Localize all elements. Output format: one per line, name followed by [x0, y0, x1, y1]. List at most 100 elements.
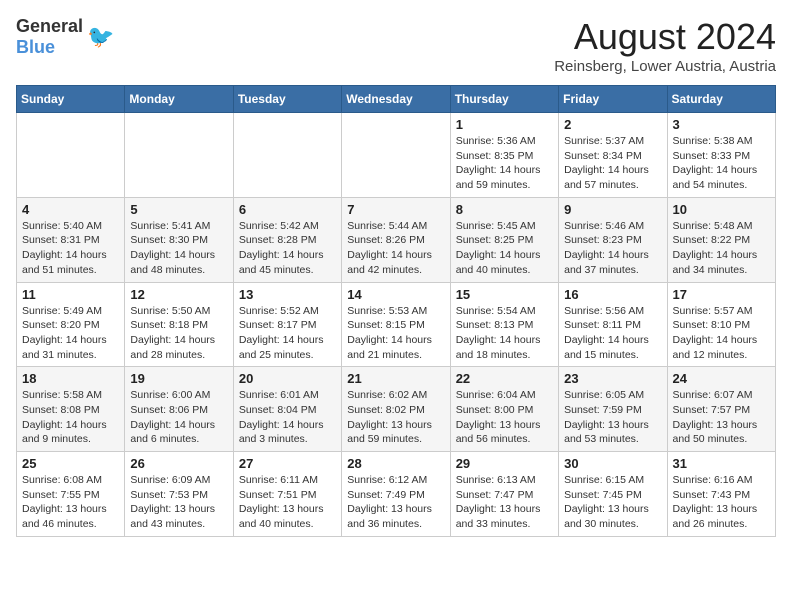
day-info: Sunrise: 6:12 AMSunset: 7:49 PMDaylight:…	[347, 473, 444, 532]
logo-general-text: General	[16, 16, 83, 36]
calendar-cell	[17, 113, 125, 198]
day-info: Sunrise: 6:13 AMSunset: 7:47 PMDaylight:…	[456, 473, 553, 532]
day-info: Sunrise: 6:05 AMSunset: 7:59 PMDaylight:…	[564, 388, 661, 447]
week-row-4: 18 Sunrise: 5:58 AMSunset: 8:08 PMDayligh…	[17, 367, 776, 452]
day-info: Sunrise: 6:02 AMSunset: 8:02 PMDaylight:…	[347, 388, 444, 447]
day-info: Sunrise: 5:57 AMSunset: 8:10 PMDaylight:…	[673, 304, 770, 363]
weekday-header-thursday: Thursday	[450, 86, 558, 113]
week-row-1: 1Sunrise: 5:36 AMSunset: 8:35 PMDaylight…	[17, 113, 776, 198]
day-info: Sunrise: 6:04 AMSunset: 8:00 PMDaylight:…	[456, 388, 553, 447]
calendar-cell: 13 Sunrise: 5:52 AMSunset: 8:17 PMDayligh…	[233, 282, 341, 367]
weekday-header-monday: Monday	[125, 86, 233, 113]
title-area: August 2024 Reinsberg, Lower Austria, Au…	[554, 16, 776, 75]
day-number: 2	[564, 117, 661, 132]
calendar-table: SundayMondayTuesdayWednesdayThursdayFrid…	[16, 85, 776, 537]
day-number: 5	[130, 202, 227, 217]
calendar-cell: 7 Sunrise: 5:44 AMSunset: 8:26 PMDaylight…	[342, 197, 450, 282]
week-row-5: 25Sunrise: 6:08 AMSunset: 7:55 PMDayligh…	[17, 452, 776, 537]
day-info: Sunrise: 5:53 AMSunset: 8:15 PMDaylight:…	[347, 304, 444, 363]
day-info: Sunrise: 6:00 AMSunset: 8:06 PMDaylight:…	[130, 388, 227, 447]
day-number: 7	[347, 202, 444, 217]
calendar-cell: 17 Sunrise: 5:57 AMSunset: 8:10 PMDayligh…	[667, 282, 775, 367]
calendar-cell: 25Sunrise: 6:08 AMSunset: 7:55 PMDayligh…	[17, 452, 125, 537]
day-number: 27	[239, 456, 336, 471]
calendar-cell: 18 Sunrise: 5:58 AMSunset: 8:08 PMDayligh…	[17, 367, 125, 452]
calendar-cell: 4 Sunrise: 5:40 AMSunset: 8:31 PMDaylight…	[17, 197, 125, 282]
logo-bird-icon: 🐦	[87, 24, 114, 50]
day-info: Sunrise: 5:52 AMSunset: 8:17 PMDaylight:…	[239, 304, 336, 363]
day-info: Sunrise: 5:58 AMSunset: 8:08 PMDaylight:…	[22, 388, 119, 447]
logo-blue-text: Blue	[16, 37, 55, 57]
page-header: General Blue 🐦 August 2024 Reinsberg, Lo…	[16, 16, 776, 75]
day-info: Sunrise: 5:50 AMSunset: 8:18 PMDaylight:…	[130, 304, 227, 363]
logo: General Blue 🐦	[16, 16, 114, 58]
calendar-cell: 1Sunrise: 5:36 AMSunset: 8:35 PMDaylight…	[450, 113, 558, 198]
day-number: 3	[673, 117, 770, 132]
calendar-cell: 16 Sunrise: 5:56 AMSunset: 8:11 PMDayligh…	[559, 282, 667, 367]
day-number: 28	[347, 456, 444, 471]
week-row-3: 11 Sunrise: 5:49 AMSunset: 8:20 PMDayligh…	[17, 282, 776, 367]
day-info: Sunrise: 6:11 AMSunset: 7:51 PMDaylight:…	[239, 473, 336, 532]
calendar-cell	[233, 113, 341, 198]
day-info: Sunrise: 6:08 AMSunset: 7:55 PMDaylight:…	[22, 473, 119, 532]
day-info: Sunrise: 6:07 AMSunset: 7:57 PMDaylight:…	[673, 388, 770, 447]
day-number: 31	[673, 456, 770, 471]
day-number: 4	[22, 202, 119, 217]
day-number: 13	[239, 287, 336, 302]
day-number: 18	[22, 371, 119, 386]
calendar-cell: 2 Sunrise: 5:37 AMSunset: 8:34 PMDaylight…	[559, 113, 667, 198]
weekday-header-tuesday: Tuesday	[233, 86, 341, 113]
location-subtitle: Reinsberg, Lower Austria, Austria	[554, 58, 776, 75]
weekday-header-saturday: Saturday	[667, 86, 775, 113]
calendar-cell: 26Sunrise: 6:09 AMSunset: 7:53 PMDayligh…	[125, 452, 233, 537]
day-info: Sunrise: 6:15 AMSunset: 7:45 PMDaylight:…	[564, 473, 661, 532]
day-number: 9	[564, 202, 661, 217]
weekday-header-wednesday: Wednesday	[342, 86, 450, 113]
day-number: 17	[673, 287, 770, 302]
day-info: Sunrise: 5:40 AMSunset: 8:31 PMDaylight:…	[22, 219, 119, 278]
calendar-cell: 5 Sunrise: 5:41 AMSunset: 8:30 PMDaylight…	[125, 197, 233, 282]
calendar-cell	[125, 113, 233, 198]
calendar-cell: 29Sunrise: 6:13 AMSunset: 7:47 PMDayligh…	[450, 452, 558, 537]
calendar-cell: 11 Sunrise: 5:49 AMSunset: 8:20 PMDayligh…	[17, 282, 125, 367]
day-info: Sunrise: 6:09 AMSunset: 7:53 PMDaylight:…	[130, 473, 227, 532]
day-number: 22	[456, 371, 553, 386]
day-number: 14	[347, 287, 444, 302]
day-number: 6	[239, 202, 336, 217]
calendar-cell: 21Sunrise: 6:02 AMSunset: 8:02 PMDayligh…	[342, 367, 450, 452]
calendar-cell: 30 Sunrise: 6:15 AMSunset: 7:45 PMDayligh…	[559, 452, 667, 537]
calendar-cell: 22 Sunrise: 6:04 AMSunset: 8:00 PMDayligh…	[450, 367, 558, 452]
calendar-cell: 20 Sunrise: 6:01 AMSunset: 8:04 PMDayligh…	[233, 367, 341, 452]
day-number: 30	[564, 456, 661, 471]
day-number: 20	[239, 371, 336, 386]
calendar-cell: 10Sunrise: 5:48 AMSunset: 8:22 PMDayligh…	[667, 197, 775, 282]
weekday-header-friday: Friday	[559, 86, 667, 113]
day-info: Sunrise: 5:38 AMSunset: 8:33 PMDaylight:…	[673, 134, 770, 193]
day-info: Sunrise: 5:36 AMSunset: 8:35 PMDaylight:…	[456, 134, 553, 193]
day-info: Sunrise: 5:56 AMSunset: 8:11 PMDaylight:…	[564, 304, 661, 363]
calendar-cell: 24Sunrise: 6:07 AMSunset: 7:57 PMDayligh…	[667, 367, 775, 452]
calendar-cell	[342, 113, 450, 198]
day-number: 15	[456, 287, 553, 302]
day-number: 23	[564, 371, 661, 386]
day-number: 16	[564, 287, 661, 302]
calendar-cell: 8Sunrise: 5:45 AMSunset: 8:25 PMDaylight…	[450, 197, 558, 282]
day-info: Sunrise: 5:48 AMSunset: 8:22 PMDaylight:…	[673, 219, 770, 278]
weekday-header-sunday: Sunday	[17, 86, 125, 113]
calendar-cell: 6 Sunrise: 5:42 AMSunset: 8:28 PMDaylight…	[233, 197, 341, 282]
calendar-cell: 31Sunrise: 6:16 AMSunset: 7:43 PMDayligh…	[667, 452, 775, 537]
day-number: 12	[130, 287, 227, 302]
day-number: 11	[22, 287, 119, 302]
day-info: Sunrise: 5:37 AMSunset: 8:34 PMDaylight:…	[564, 134, 661, 193]
weekday-header-row: SundayMondayTuesdayWednesdayThursdayFrid…	[17, 86, 776, 113]
day-info: Sunrise: 5:42 AMSunset: 8:28 PMDaylight:…	[239, 219, 336, 278]
calendar-cell: 15Sunrise: 5:54 AMSunset: 8:13 PMDayligh…	[450, 282, 558, 367]
day-info: Sunrise: 5:49 AMSunset: 8:20 PMDaylight:…	[22, 304, 119, 363]
day-number: 8	[456, 202, 553, 217]
day-info: Sunrise: 5:41 AMSunset: 8:30 PMDaylight:…	[130, 219, 227, 278]
day-info: Sunrise: 6:01 AMSunset: 8:04 PMDaylight:…	[239, 388, 336, 447]
month-year-title: August 2024	[554, 16, 776, 58]
calendar-cell: 27 Sunrise: 6:11 AMSunset: 7:51 PMDayligh…	[233, 452, 341, 537]
calendar-cell: 14 Sunrise: 5:53 AMSunset: 8:15 PMDayligh…	[342, 282, 450, 367]
day-info: Sunrise: 5:44 AMSunset: 8:26 PMDaylight:…	[347, 219, 444, 278]
